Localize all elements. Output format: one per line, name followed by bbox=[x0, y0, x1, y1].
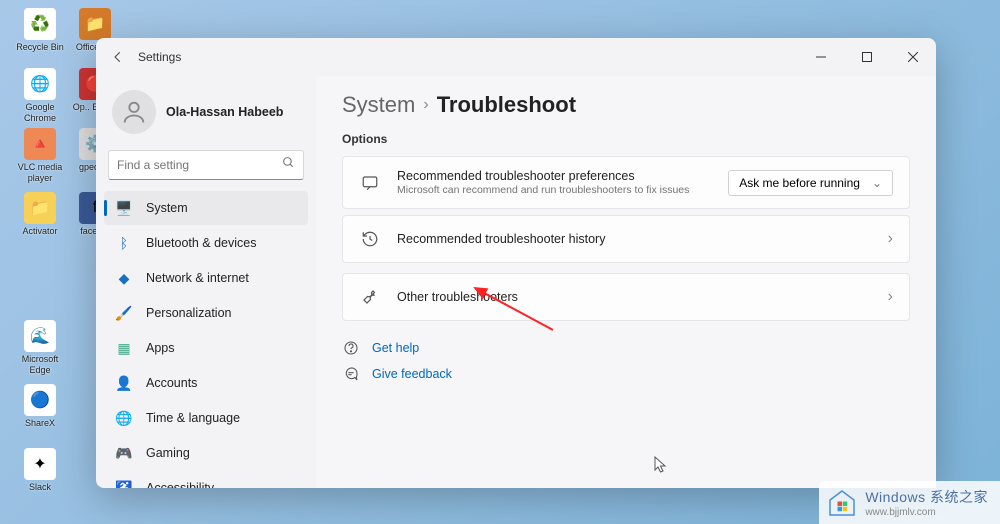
link-help[interactable]: Get help bbox=[342, 339, 910, 357]
maximize-button[interactable] bbox=[844, 38, 890, 76]
search-icon bbox=[282, 156, 295, 174]
link-text: Give feedback bbox=[372, 367, 452, 381]
main-content: System › Troubleshoot Options Recommende… bbox=[316, 76, 936, 488]
card-subtitle: Microsoft can recommend and run troubles… bbox=[397, 184, 728, 196]
nav-item-accounts[interactable]: 👤 Accounts bbox=[104, 366, 308, 400]
profile-block[interactable]: Ola-Hassan Habeeb bbox=[102, 84, 310, 148]
history-icon bbox=[359, 228, 381, 250]
nav-item-system[interactable]: 🖥️ System bbox=[104, 191, 308, 225]
avatar bbox=[112, 90, 156, 134]
link-feedback[interactable]: Give feedback bbox=[342, 365, 910, 383]
watermark-text1: Windows 系统之家 bbox=[865, 487, 988, 507]
card-title: Recommended troubleshooter history bbox=[397, 232, 878, 246]
desktop-icon-vlc-media-player[interactable]: 🔺VLC media player bbox=[15, 128, 65, 184]
chat-icon bbox=[359, 172, 381, 194]
desktop-icon-slack[interactable]: ✦Slack bbox=[15, 448, 65, 493]
card-recommended-prefs[interactable]: Recommended troubleshooter preferencesMi… bbox=[342, 156, 910, 209]
minimize-button[interactable] bbox=[798, 38, 844, 76]
nav-item-network[interactable]: ◆ Network & internet bbox=[104, 261, 308, 295]
search-box[interactable] bbox=[108, 150, 304, 180]
settings-window: Settings Ola-Hassan Habeeb bbox=[96, 38, 936, 488]
chevron-right-icon: › bbox=[423, 96, 428, 114]
nav-label: Time & language bbox=[146, 411, 240, 425]
nav-list: 🖥️ System ᛒ Bluetooth & devices ◆ Network & i… bbox=[102, 190, 310, 488]
breadcrumb: System › Troubleshoot bbox=[342, 92, 910, 118]
sidebar: Ola-Hassan Habeeb 🖥️ System ᛒ Bluetooth & d… bbox=[96, 76, 316, 488]
nav-label: Network & internet bbox=[146, 271, 249, 285]
feedback-icon bbox=[342, 365, 360, 383]
help-icon bbox=[342, 339, 360, 357]
nav-item-gaming[interactable]: 🎮 Gaming bbox=[104, 436, 308, 470]
nav-label: Gaming bbox=[146, 446, 190, 460]
cursor-icon bbox=[654, 456, 668, 479]
watermark-text2: www.bjjmlv.com bbox=[865, 507, 988, 518]
search-input[interactable] bbox=[117, 158, 282, 172]
link-text: Get help bbox=[372, 341, 419, 355]
desktop-icon-activator[interactable]: 📁Activator bbox=[15, 192, 65, 237]
back-button[interactable] bbox=[98, 38, 138, 76]
nav-label: Personalization bbox=[146, 306, 231, 320]
nav-label: Apps bbox=[146, 341, 175, 355]
network-icon: ◆ bbox=[116, 270, 132, 286]
accessibility-icon: ♿ bbox=[116, 480, 132, 488]
apps-icon: ▦ bbox=[116, 340, 132, 356]
breadcrumb-parent[interactable]: System bbox=[342, 92, 415, 118]
titlebar: Settings bbox=[96, 38, 936, 76]
nav-item-time[interactable]: 🌐 Time & language bbox=[104, 401, 308, 435]
close-button[interactable] bbox=[890, 38, 936, 76]
desktop-icon-recycle-bin[interactable]: ♻️Recycle Bin bbox=[15, 8, 65, 53]
gaming-icon: 🎮 bbox=[116, 445, 132, 461]
nav-item-personalization[interactable]: 🖌️ Personalization bbox=[104, 296, 308, 330]
system-icon: 🖥️ bbox=[116, 200, 132, 216]
dropdown-recommended-prefs[interactable]: Ask me before running⌄ bbox=[728, 170, 893, 196]
card-title: Other troubleshooters bbox=[397, 290, 878, 304]
watermark: Windows 系统之家 www.bjjmlv.com bbox=[819, 481, 1000, 524]
time-icon: 🌐 bbox=[116, 410, 132, 426]
watermark-logo-icon bbox=[827, 488, 857, 518]
options-label: Options bbox=[342, 132, 910, 146]
breadcrumb-current: Troubleshoot bbox=[437, 92, 576, 118]
nav-label: Accounts bbox=[146, 376, 197, 390]
nav-item-bluetooth[interactable]: ᛒ Bluetooth & devices bbox=[104, 226, 308, 260]
desktop-icon-sharex[interactable]: 🔵ShareX bbox=[15, 384, 65, 429]
accounts-icon: 👤 bbox=[116, 375, 132, 391]
desktop-icon-google-chrome[interactable]: 🌐Google Chrome bbox=[15, 68, 65, 124]
card-recommended-history[interactable]: Recommended troubleshooter history › bbox=[342, 215, 910, 263]
personalization-icon: 🖌️ bbox=[116, 305, 132, 321]
nav-label: Bluetooth & devices bbox=[146, 236, 257, 250]
wrench-icon bbox=[359, 286, 381, 308]
profile-name: Ola-Hassan Habeeb bbox=[166, 105, 283, 119]
nav-item-accessibility[interactable]: ♿ Accessibility bbox=[104, 471, 308, 488]
window-title: Settings bbox=[138, 50, 181, 64]
chevron-right-icon: › bbox=[888, 230, 893, 248]
card-other-troubleshooters[interactable]: Other troubleshooters › bbox=[342, 273, 910, 321]
card-title: Recommended troubleshooter preferences bbox=[397, 169, 728, 183]
chevron-down-icon: ⌄ bbox=[872, 176, 882, 190]
nav-item-apps[interactable]: ▦ Apps bbox=[104, 331, 308, 365]
desktop-icon-microsoft-edge[interactable]: 🌊Microsoft Edge bbox=[15, 320, 65, 376]
nav-label: Accessibility bbox=[146, 481, 214, 488]
nav-label: System bbox=[146, 201, 188, 215]
chevron-right-icon: › bbox=[888, 288, 893, 306]
bluetooth-icon: ᛒ bbox=[116, 235, 132, 251]
